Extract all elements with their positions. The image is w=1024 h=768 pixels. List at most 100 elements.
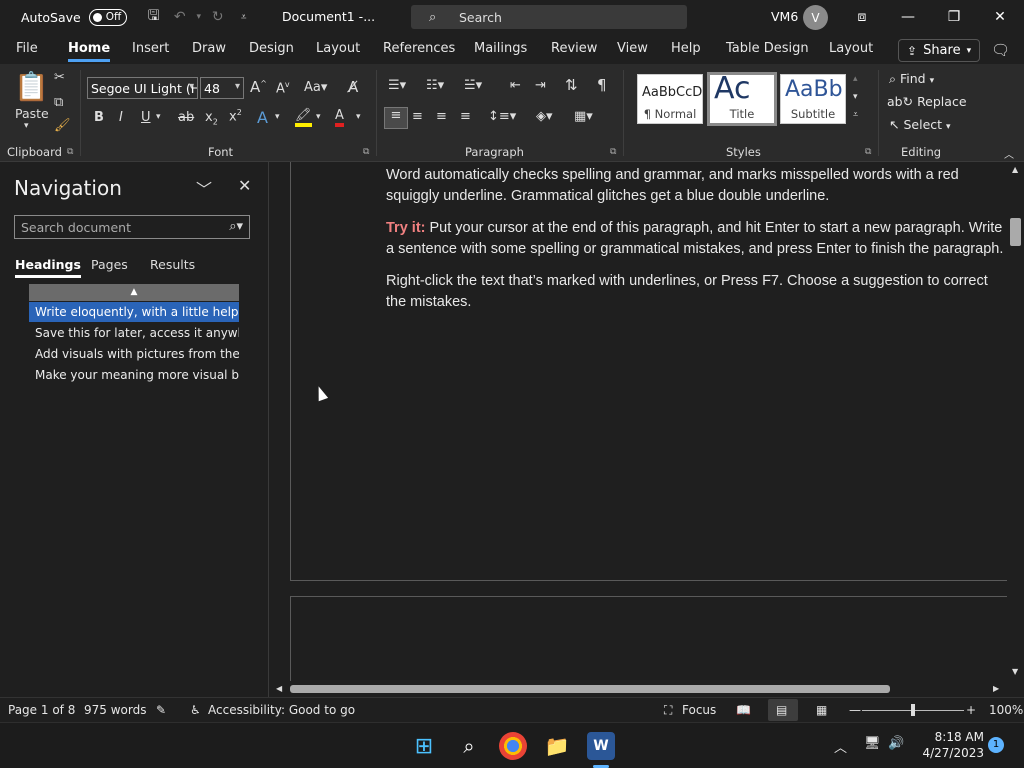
tab-review[interactable]: Review bbox=[551, 41, 597, 56]
justify-icon[interactable]: ≡ bbox=[460, 109, 471, 124]
style-normal[interactable]: AaBbCcD ¶ Normal bbox=[637, 74, 703, 124]
tab-headings[interactable]: Headings bbox=[15, 257, 81, 278]
paragraph-launcher-icon[interactable]: ⧉ bbox=[610, 147, 616, 157]
restore-icon[interactable]: ❐ bbox=[931, 0, 977, 34]
tab-insert[interactable]: Insert bbox=[132, 41, 169, 56]
font-size-select[interactable]: 48 ▾ bbox=[200, 77, 244, 99]
word-count[interactable]: 975 words bbox=[84, 703, 146, 717]
collapse-all-icon[interactable]: ▲ bbox=[29, 284, 239, 301]
read-mode-icon[interactable]: 📖 bbox=[736, 703, 751, 717]
borders-icon[interactable]: ▦▾ bbox=[574, 109, 593, 124]
heading-item[interactable]: Save this for later, access it anywhere bbox=[29, 323, 239, 343]
bullets-icon[interactable]: ☰▾ bbox=[388, 78, 406, 93]
document-page[interactable] bbox=[290, 596, 1007, 681]
volume-icon[interactable]: 🔊 bbox=[888, 736, 904, 751]
shading-icon[interactable]: ◈▾ bbox=[536, 109, 553, 124]
user-name[interactable]: VM6 bbox=[771, 9, 798, 24]
chrome-icon[interactable] bbox=[499, 732, 527, 760]
format-painter-icon[interactable]: 🖌 bbox=[54, 118, 71, 133]
shrink-font-icon[interactable]: Av bbox=[276, 80, 290, 96]
change-case-icon[interactable]: Aa▾ bbox=[304, 80, 327, 95]
align-center-icon[interactable]: ≡ bbox=[412, 109, 423, 124]
font-family-select[interactable]: Segoe UI Light (H ▾ bbox=[87, 77, 198, 99]
search-document-input[interactable]: Search document ⌕▾ bbox=[14, 215, 250, 239]
highlight-icon[interactable]: 🖍 bbox=[295, 108, 312, 127]
numbering-icon[interactable]: ☷▾ bbox=[426, 78, 444, 93]
windows-start-icon[interactable]: ⊞ bbox=[410, 732, 438, 760]
tab-table-design[interactable]: Table Design bbox=[726, 41, 809, 56]
font-color-dropdown-icon[interactable]: ▾ bbox=[356, 112, 361, 122]
replace-button[interactable]: ab↻ Replace bbox=[887, 94, 967, 109]
tab-layout[interactable]: Layout bbox=[316, 41, 360, 56]
document-paragraph[interactable]: Right-click the text that’s marked with … bbox=[386, 271, 1006, 313]
tab-references[interactable]: References bbox=[383, 41, 455, 56]
proofing-icon[interactable]: ✎ bbox=[156, 703, 166, 717]
file-explorer-icon[interactable]: 📁 bbox=[543, 732, 571, 760]
line-spacing-icon[interactable]: ↕≡▾ bbox=[488, 109, 516, 124]
scroll-up-icon[interactable]: ▲ bbox=[1012, 165, 1018, 174]
show-formatting-icon[interactable]: ¶ bbox=[597, 76, 607, 94]
web-layout-icon[interactable]: ▦ bbox=[816, 703, 827, 717]
clipboard-launcher-icon[interactable]: ⧉ bbox=[67, 147, 73, 157]
heading-item[interactable]: Write eloquently, with a little help bbox=[29, 302, 239, 322]
collapse-ribbon-icon[interactable]: ︿ bbox=[1004, 146, 1014, 161]
text-effects-dropdown-icon[interactable]: ▾ bbox=[275, 112, 280, 122]
search-icon[interactable]: ⌕ bbox=[455, 732, 483, 760]
document-area[interactable]: Word automatically checks spelling and g… bbox=[270, 162, 1007, 681]
text-effects-icon[interactable]: A bbox=[257, 108, 268, 127]
focus-label[interactable]: Focus bbox=[682, 703, 716, 717]
search-icon[interactable]: ⌕▾ bbox=[229, 219, 243, 234]
tab-home[interactable]: Home bbox=[68, 41, 111, 62]
scroll-down-icon[interactable]: ▼ bbox=[1012, 667, 1018, 676]
zoom-slider-thumb[interactable] bbox=[911, 704, 915, 716]
vertical-scroll-thumb[interactable] bbox=[1010, 218, 1021, 246]
page-count[interactable]: Page 1 of 8 bbox=[8, 703, 75, 717]
multilevel-list-icon[interactable]: ☱▾ bbox=[464, 78, 482, 93]
copy-icon[interactable]: ⧉ bbox=[54, 95, 63, 110]
bold-icon[interactable]: B bbox=[94, 110, 104, 125]
document-paragraph[interactable]: Word automatically checks spelling and g… bbox=[386, 165, 1006, 207]
document-title[interactable]: Document1 -... bbox=[282, 9, 375, 24]
select-button[interactable]: ↖ Select ▾ bbox=[889, 117, 951, 132]
scroll-right-icon[interactable]: ▶ bbox=[993, 684, 999, 693]
tab-design[interactable]: Design bbox=[249, 41, 294, 56]
tab-help[interactable]: Help bbox=[671, 41, 701, 56]
undo-dropdown-icon[interactable]: ▾ bbox=[193, 12, 205, 22]
find-button[interactable]: ⌕ Find ▾ bbox=[889, 71, 934, 87]
cut-icon[interactable]: ✂ bbox=[54, 70, 65, 85]
highlight-dropdown-icon[interactable]: ▾ bbox=[316, 112, 321, 122]
word-icon[interactable]: W bbox=[587, 732, 615, 760]
comments-icon[interactable]: 🗨 bbox=[991, 41, 1010, 59]
redo-icon[interactable]: ↻ bbox=[205, 9, 231, 25]
tab-mailings[interactable]: Mailings bbox=[474, 41, 527, 56]
tab-file[interactable]: File bbox=[16, 41, 38, 56]
heading-item[interactable]: Add visuals with pictures from the w... bbox=[29, 344, 239, 364]
zoom-level[interactable]: 100% bbox=[989, 703, 1023, 717]
save-icon[interactable]: 🖫 bbox=[141, 5, 167, 29]
horizontal-scrollbar[interactable]: ◀ ▶ bbox=[270, 681, 1007, 697]
customize-qat-icon[interactable]: ⩡ bbox=[231, 12, 257, 23]
vertical-scrollbar[interactable]: ▲ ▼ bbox=[1007, 162, 1024, 681]
close-icon[interactable]: ✕ bbox=[977, 0, 1023, 34]
paste-icon[interactable]: 📋 bbox=[14, 70, 49, 103]
network-icon[interactable]: 🖥 bbox=[864, 736, 881, 751]
styles-more-icon[interactable]: ⩡ bbox=[853, 110, 858, 120]
accessibility-icon[interactable]: ♿ bbox=[190, 703, 201, 717]
close-icon[interactable]: ✕ bbox=[238, 176, 251, 195]
share-button[interactable]: ⇪ Share ▾ bbox=[898, 39, 980, 62]
clear-formatting-icon[interactable]: A̸ bbox=[348, 78, 358, 96]
zoom-out-icon[interactable]: — bbox=[849, 703, 861, 717]
underline-dropdown-icon[interactable]: ▾ bbox=[156, 112, 161, 122]
decrease-indent-icon[interactable]: ⇤ bbox=[510, 78, 521, 93]
chevron-up-icon[interactable]: ︿ bbox=[834, 737, 847, 756]
tab-results[interactable]: Results bbox=[150, 257, 195, 272]
tab-draw[interactable]: Draw bbox=[192, 41, 226, 56]
style-subtitle[interactable]: AaBb Subtitle bbox=[780, 74, 846, 124]
horizontal-scroll-thumb[interactable] bbox=[290, 685, 890, 693]
paste-dropdown-icon[interactable]: ▾ bbox=[24, 121, 29, 131]
autosave-toggle[interactable]: Off bbox=[88, 8, 127, 26]
align-right-icon[interactable]: ≡ bbox=[436, 109, 447, 124]
sort-icon[interactable]: ⇅ bbox=[565, 76, 578, 94]
grow-font-icon[interactable]: A^ bbox=[250, 78, 267, 96]
superscript-icon[interactable]: x2 bbox=[229, 108, 242, 124]
